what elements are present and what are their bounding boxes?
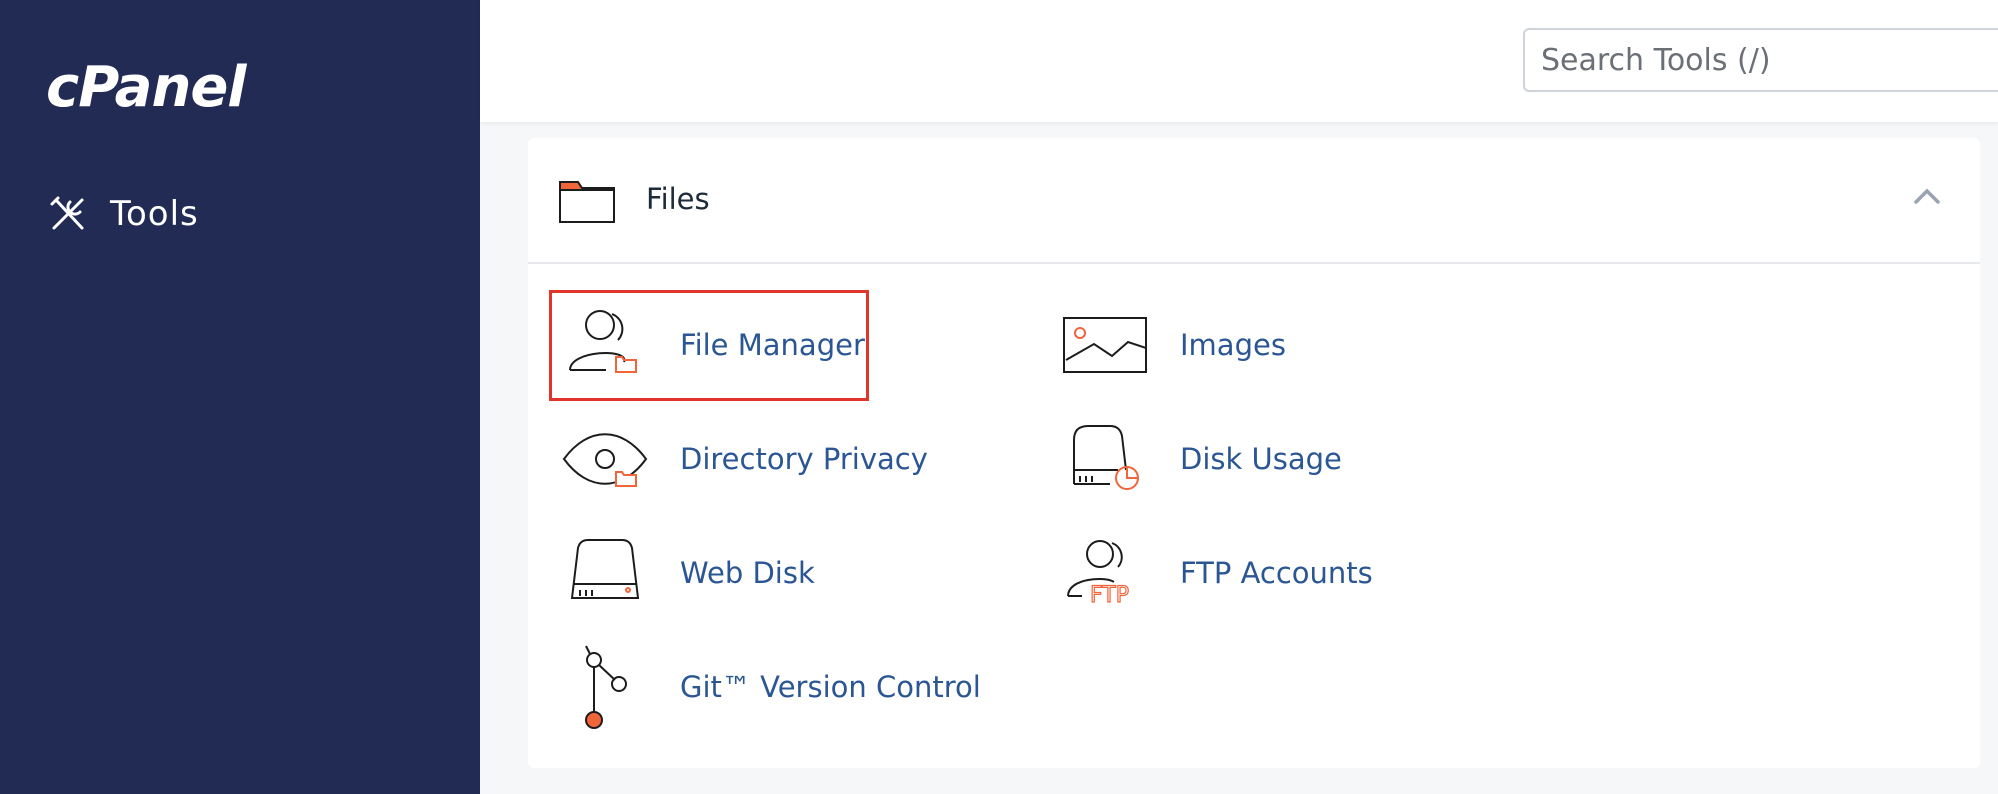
tool-label: File Manager (680, 328, 865, 362)
tool-label: Git™ Version Control (680, 670, 981, 704)
file-manager-icon (569, 310, 637, 373)
files-panel-header[interactable]: Files (528, 138, 1980, 264)
tool-directory-privacy[interactable]: Directory Privacy (560, 414, 928, 504)
cpanel-app: cPanel Tools Files (0, 0, 1998, 794)
files-panel-title: Files (646, 182, 710, 216)
images-icon (1063, 317, 1147, 373)
sidebar: cPanel Tools (0, 0, 480, 794)
web-disk-icon (570, 539, 640, 599)
tool-disk-usage[interactable]: Disk Usage (1060, 414, 1342, 504)
tool-git-version-control[interactable]: Git™ Version Control (560, 642, 981, 732)
ftp-accounts-icon: FTP (1067, 540, 1130, 609)
chevron-up-icon[interactable] (1912, 186, 1942, 206)
tool-web-disk[interactable]: Web Disk (560, 528, 815, 618)
tool-label: Images (1180, 328, 1286, 362)
tool-label: Directory Privacy (680, 442, 928, 476)
search-input[interactable] (1523, 28, 1998, 92)
tools-icon (50, 196, 84, 230)
folder-icon (559, 181, 615, 223)
tool-label: FTP Accounts (1180, 556, 1373, 590)
directory-privacy-icon (562, 433, 648, 487)
cpanel-logo[interactable]: cPanel (46, 60, 246, 116)
sidebar-item-label: Tools (110, 194, 199, 234)
git-icon (585, 645, 627, 729)
tool-file-manager[interactable]: File Manager (560, 300, 865, 390)
tool-label: Web Disk (680, 556, 815, 590)
tool-ftp-accounts[interactable]: FTP FTP Accounts (1060, 528, 1373, 618)
tool-label: Disk Usage (1180, 442, 1342, 476)
tool-images[interactable]: Images (1060, 300, 1286, 390)
sidebar-item-tools[interactable]: Tools (48, 188, 199, 240)
svg-text:FTP: FTP (1090, 583, 1129, 608)
disk-usage-icon (1073, 425, 1139, 490)
